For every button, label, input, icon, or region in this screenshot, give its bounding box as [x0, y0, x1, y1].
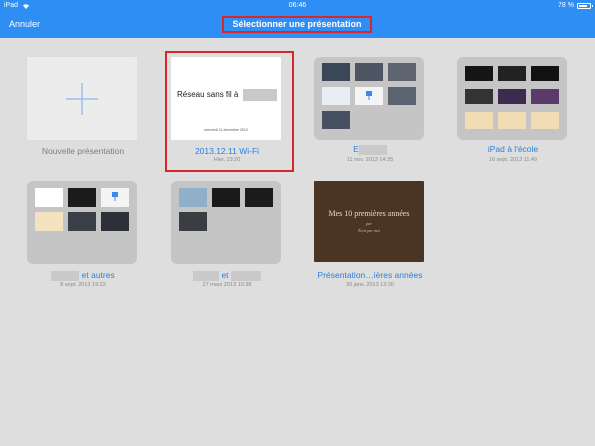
mini-slide	[355, 87, 383, 105]
tile-date: 11 nov. 2013 14:35	[346, 157, 394, 163]
presentation-tile-premieres-annees[interactable]: Mes 10 premières années par Écrit par mo…	[314, 181, 426, 291]
keynote-icon	[112, 192, 118, 201]
mini-slide	[465, 112, 493, 129]
tile-title: et autres	[27, 270, 139, 281]
mini-slide	[531, 112, 559, 129]
redacted-text	[51, 270, 80, 281]
presentation-tile-ipad-ecole[interactable]: iPad à l'école 16 sept. 2013 11:49	[457, 57, 569, 165]
mini-slide	[465, 89, 493, 104]
mini-slide	[35, 188, 63, 207]
presentation-tile-e[interactable]: E 11 nov. 2013 14:35	[314, 57, 426, 165]
mini-slide	[465, 66, 493, 81]
mini-slide	[498, 112, 526, 129]
mini-slide	[322, 111, 350, 129]
slide-title-text: Réseau sans fil à	[177, 90, 239, 100]
mini-slide	[179, 212, 207, 231]
mini-slide	[498, 89, 526, 104]
tile-date: 8 sept. 2013 19:22	[60, 282, 106, 288]
status-time: 06:46	[288, 2, 307, 9]
group-thumbnail[interactable]	[27, 181, 137, 264]
battery-icon	[577, 2, 593, 9]
tile-date: 16 sept. 2013 11:49	[488, 157, 538, 163]
tile-date: 30 janv. 2013 13:30	[346, 282, 394, 288]
cover-title: Mes 10 premières années	[328, 209, 410, 218]
mini-slide	[322, 87, 350, 105]
mini-slide	[179, 188, 207, 207]
mini-slide	[68, 188, 96, 207]
mini-slide	[355, 63, 383, 81]
tile-title: iPad à l'école	[487, 144, 539, 154]
status-bar: iPad 06:46 78 %	[0, 0, 595, 13]
presentation-tile-et-autres[interactable]: et autres 8 sept. 2013 19:22	[27, 181, 139, 291]
battery-fill	[579, 4, 587, 7]
tile-title: 2013.12.11 Wi-Fi	[194, 146, 260, 156]
tile-title-text: et autres	[81, 270, 115, 280]
presentation-tile-et[interactable]: et 27 mars 2013 10:38	[171, 181, 283, 291]
group-thumbnail[interactable]	[314, 57, 424, 140]
mini-slide	[531, 89, 559, 104]
status-right: 78 %	[558, 2, 593, 9]
mini-slide	[68, 212, 96, 231]
mini-slide	[245, 188, 273, 207]
redacted-text	[358, 144, 387, 155]
mini-slide	[101, 188, 129, 207]
battery-percentage: 78 %	[558, 2, 574, 9]
presentation-thumbnail[interactable]: Réseau sans fil à mercredi 11 décembre 2…	[171, 57, 281, 140]
mini-slide	[498, 66, 526, 81]
redacted-text	[193, 270, 220, 281]
tile-title: et	[171, 270, 283, 281]
presentation-thumbnail[interactable]: Mes 10 premières années par Écrit par mo…	[314, 181, 424, 262]
mini-slide	[101, 212, 129, 231]
tile-title: Nouvelle présentation	[41, 146, 125, 156]
mini-slide	[388, 63, 416, 81]
mini-slide	[35, 212, 63, 231]
tile-date: 27 mars 2013 10:38	[202, 282, 252, 288]
cover-subtitle: par	[366, 221, 372, 226]
tile-title-text: et	[221, 270, 229, 280]
tile-date: Hier, 13:20	[213, 157, 241, 163]
plus-icon	[66, 83, 98, 115]
slide-date: mercredi 11 décembre 2013	[204, 128, 248, 132]
tile-title: Présentation…ières années	[317, 270, 423, 280]
slide-title: Réseau sans fil à	[177, 89, 277, 101]
mini-slide	[212, 188, 240, 207]
redacted-text	[242, 89, 277, 101]
group-thumbnail[interactable]	[457, 57, 567, 140]
mini-slide	[388, 87, 416, 105]
cover-author: Écrit par moi	[358, 228, 380, 233]
redacted-text	[230, 270, 261, 281]
group-thumbnail[interactable]	[171, 181, 281, 264]
page-title: Sélectionner une présentation	[222, 16, 372, 33]
presentation-tile-wifi[interactable]: Réseau sans fil à mercredi 11 décembre 2…	[171, 57, 283, 167]
new-presentation-thumbnail[interactable]	[27, 57, 137, 140]
keynote-icon	[366, 91, 372, 100]
navigation-bar: Annuler Sélectionner une présentation	[0, 13, 595, 38]
cancel-button[interactable]: Annuler	[9, 19, 40, 29]
new-presentation-tile[interactable]: Nouvelle présentation	[27, 57, 139, 165]
tile-title: E	[314, 144, 426, 155]
mini-slide	[322, 63, 350, 81]
mini-slide	[531, 66, 559, 81]
